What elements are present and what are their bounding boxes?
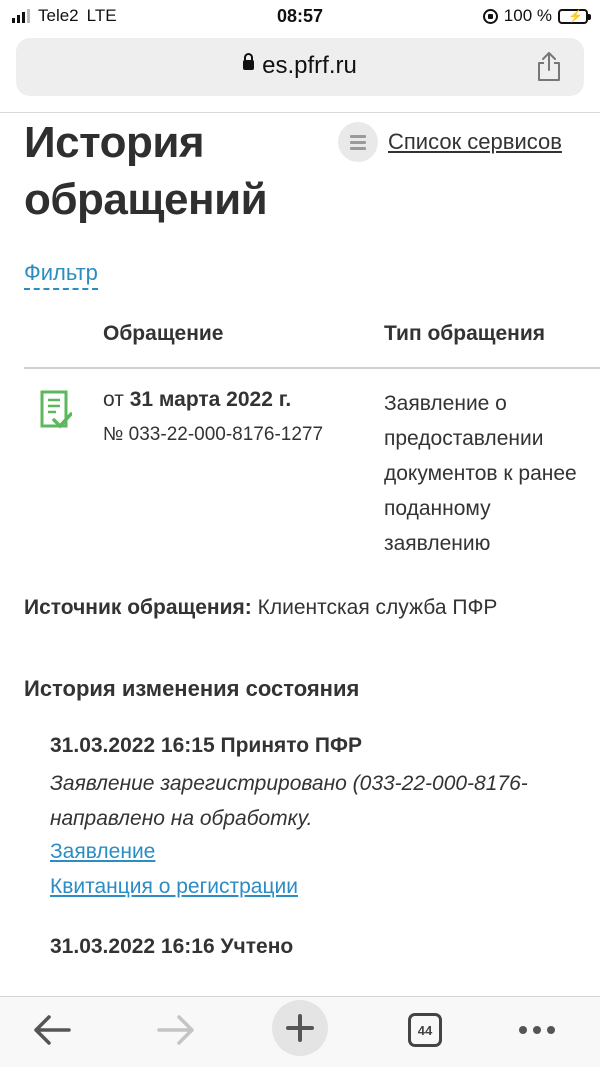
application-link[interactable]: Заявление <box>50 840 155 864</box>
page-title: История обращений <box>24 118 268 224</box>
event-title: 31.03.2022 16:16 Учтено <box>50 935 294 958</box>
tabs-count-icon: 44 <box>408 1013 442 1047</box>
new-tab-button[interactable] <box>270 1000 330 1056</box>
status-bar: Tele2 LTE 08:57 100 % ⚡ <box>0 0 600 34</box>
registration-receipt-link[interactable]: Квитанция о регистрации <box>50 875 298 899</box>
battery-icon: ⚡ <box>558 8 591 24</box>
share-icon[interactable] <box>536 50 562 82</box>
menu-icon <box>338 122 378 162</box>
url-text: es.pfrf.ru <box>262 52 357 79</box>
request-source: Источник обращения: Клиентская служба ПФ… <box>24 596 498 619</box>
document-check-icon <box>40 390 72 429</box>
browser-toolbar: 44 <box>0 996 600 1067</box>
column-header-request: Обращение <box>103 322 224 345</box>
request-type: Заявление о предоставлении документов к … <box>384 392 577 555</box>
services-list-link[interactable]: Список сервисов <box>338 122 562 162</box>
more-dots-icon <box>519 1026 555 1034</box>
plus-icon <box>272 1000 328 1056</box>
request-date: от 31 марта 2022 г. <box>103 388 292 411</box>
padlock-icon <box>243 52 255 70</box>
orientation-lock-icon <box>482 8 498 24</box>
arrow-left-icon <box>34 1015 71 1045</box>
address-bar[interactable]: es.pfrf.ru <box>16 38 584 96</box>
more-button[interactable] <box>512 1005 562 1055</box>
table-header-divider <box>24 367 600 369</box>
filter-link[interactable]: Фильтр <box>24 260 98 290</box>
arrow-right-icon <box>157 1015 194 1045</box>
event-description: Заявление зарегистрировано (033-22-000-8… <box>50 772 528 830</box>
back-button[interactable] <box>28 1005 76 1055</box>
tabs-button[interactable]: 44 <box>404 1005 446 1055</box>
column-header-type: Тип обращения <box>384 322 546 345</box>
forward-button[interactable] <box>152 1005 200 1055</box>
event-title: 31.03.2022 16:15 Принято ПФР <box>50 734 362 757</box>
services-link-label[interactable]: Список сервисов <box>388 129 562 155</box>
history-title: История изменения состояния <box>24 676 360 701</box>
divider <box>0 112 600 113</box>
request-number: № 033-22-000-8176-1277 <box>103 424 324 445</box>
battery-percent: 100 % <box>503 6 552 25</box>
